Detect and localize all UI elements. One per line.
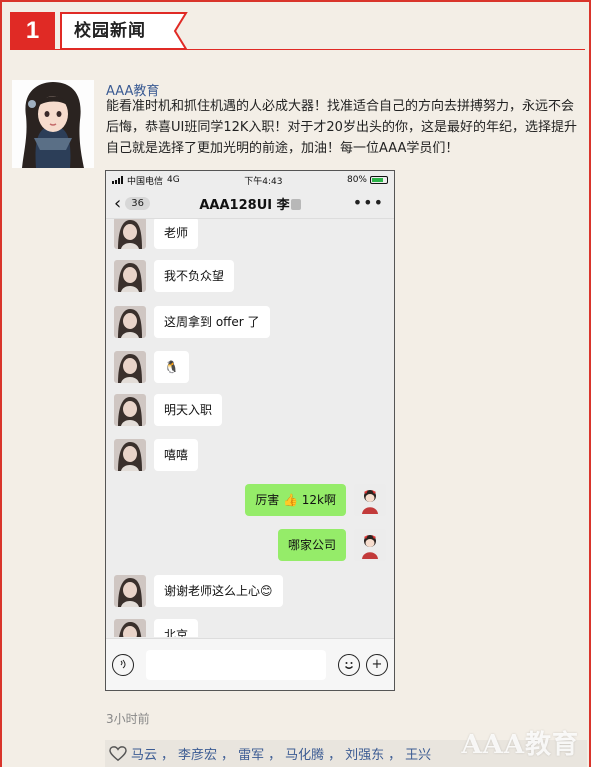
avatar-illustration <box>12 80 94 168</box>
network-type: 4G <box>167 175 180 185</box>
watermark-logo: AAA教育 <box>461 730 579 760</box>
banner-underline <box>10 49 585 50</box>
message-bubble[interactable]: 🐧 <box>154 351 189 383</box>
liker-separator: ， <box>221 748 235 763</box>
chat-message: 明天入职 <box>114 394 223 426</box>
author-avatar[interactable] <box>12 80 94 168</box>
chat-message: 我不负众望 <box>114 260 235 292</box>
name-blur-mark <box>290 199 301 210</box>
chat-title: AAA128UI 李 <box>199 198 290 213</box>
signal-icon <box>112 176 123 184</box>
message-bubble[interactable]: 我不负众望 <box>154 260 235 292</box>
more-dots-icon[interactable]: ••• <box>353 193 384 212</box>
student-avatar[interactable] <box>114 306 146 338</box>
message-bubble[interactable]: 这周拿到 offer 了 <box>154 306 270 338</box>
unread-count-badge: 36 <box>125 197 150 210</box>
chevron-left-icon: ‹ <box>114 192 122 214</box>
battery-icon <box>369 176 388 184</box>
liker-name[interactable]: 李彦宏 <box>178 744 217 763</box>
back-button[interactable]: ‹ 36 <box>114 192 150 214</box>
liker-name[interactable]: 马云 <box>131 744 157 763</box>
heart-icon[interactable] <box>109 745 127 762</box>
chat-input-bar: + <box>106 638 394 690</box>
student-avatar[interactable] <box>114 351 146 383</box>
frame-left-border <box>0 0 2 767</box>
chat-message: 嘻嘻 <box>114 439 199 471</box>
message-bubble[interactable]: 嘻嘻 <box>154 439 199 471</box>
liker-name[interactable]: 雷军 <box>238 744 264 763</box>
plus-icon[interactable]: + <box>366 653 388 676</box>
teacher-avatar[interactable] <box>354 529 386 561</box>
battery-percent: 80% <box>346 175 367 185</box>
student-avatar[interactable] <box>114 439 146 471</box>
section-number: 1 <box>10 12 55 50</box>
section-title-ribbon: 校园新闻 <box>60 12 188 50</box>
frame-top-border <box>0 0 591 2</box>
post-body-text: 能看准时机和抓住机遇的人必成大器！找准适合自己的方向去拼搏努力，永远不会后悔，恭… <box>106 99 577 156</box>
message-bubble[interactable]: 厉害 👍 12k啊 <box>245 484 346 516</box>
carrier-name: 中国电信 <box>127 176 164 187</box>
voice-icon[interactable] <box>112 653 134 676</box>
chat-message: 这周拿到 offer 了 <box>114 306 270 338</box>
section-title: 校园新闻 <box>74 21 146 41</box>
status-bar: 中国电信 4G 下午4:43 80% <box>106 171 394 189</box>
chat-message: 北京 <box>114 619 199 637</box>
chat-message: 谢谢老师这么上心😊 <box>114 575 283 607</box>
section-banner: 1 校园新闻 <box>10 12 188 50</box>
liker-separator: ， <box>268 748 282 763</box>
liker-separator: ， <box>161 748 175 763</box>
message-input[interactable] <box>146 649 326 680</box>
emoji-icon[interactable] <box>338 653 360 676</box>
post-time: 3小时前 <box>106 712 150 726</box>
liker-name[interactable]: 刘强东 <box>345 744 384 763</box>
liker-separator: ， <box>328 748 342 763</box>
message-bubble[interactable]: 北京 <box>154 619 199 637</box>
student-avatar[interactable] <box>114 394 146 426</box>
chat-messages: 老师我不负众望这周拿到 offer 了 🐧 明天入职嘻嘻厉害 👍 12k啊哪家公司谢… <box>106 219 394 637</box>
liker-separator: ， <box>388 748 402 763</box>
message-bubble[interactable]: 老师 <box>154 219 199 249</box>
chat-message: 老师 <box>114 219 199 249</box>
chat-message: 哪家公司 <box>277 529 386 561</box>
chat-nav-bar: ‹ 36 AAA128UI 李 ••• <box>106 189 394 219</box>
chat-message: 厉害 👍 12k啊 <box>245 484 386 516</box>
message-bubble[interactable]: 哪家公司 <box>277 529 346 561</box>
message-bubble[interactable]: 谢谢老师这么上心😊 <box>154 575 283 607</box>
liker-name[interactable]: 王兴 <box>405 744 431 763</box>
student-avatar[interactable] <box>114 260 146 292</box>
chat-message: 🐧 <box>114 351 189 383</box>
student-avatar[interactable] <box>114 575 146 607</box>
student-avatar[interactable] <box>114 619 146 637</box>
message-bubble[interactable]: 明天入职 <box>154 394 223 426</box>
status-time: 下午4:43 <box>244 176 283 187</box>
liker-name[interactable]: 马化腾 <box>285 744 324 763</box>
student-avatar[interactable] <box>114 219 146 249</box>
chat-screenshot: 中国电信 4G 下午4:43 80% ‹ 36 AAA128UI 李 ••• 老… <box>105 170 395 691</box>
teacher-avatar[interactable] <box>354 484 386 516</box>
